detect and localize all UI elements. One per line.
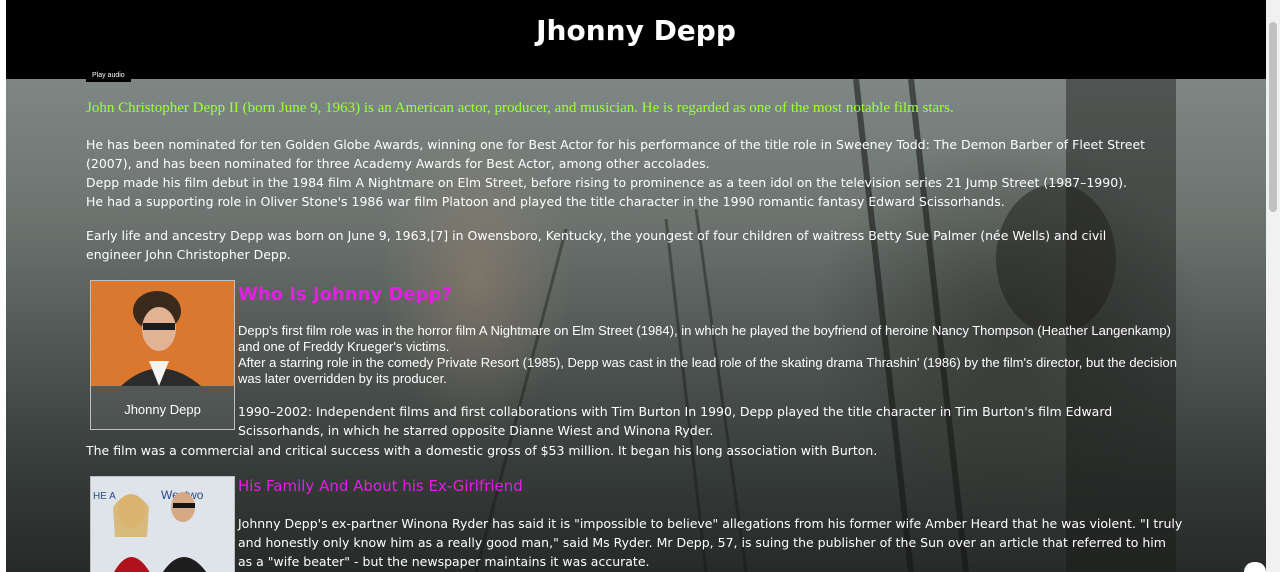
section2-paragraph-1: Johnny Depp's ex-partner Winona Ryder ha… (238, 516, 1183, 569)
profile-card: Jhonny Depp (90, 280, 235, 430)
family-photo: Westwo HE A (91, 477, 234, 572)
page-frame: Jhonny Depp John Christopher Depp II (bo… (6, 0, 1266, 572)
section1-paragraph-1: Depp's first film role was in the horror… (238, 323, 1171, 354)
play-audio-button[interactable]: Play audio (86, 69, 131, 82)
career-line-2: Depp made his film debut in the 1984 fil… (86, 175, 1128, 190)
page-title: Jhonny Depp (536, 14, 736, 47)
svg-text:HE A: HE A (93, 491, 116, 502)
section1-paragraph-4: The film was a commercial and critical s… (86, 443, 878, 458)
section-title-who-is: Who Is Johnny Depp? (238, 284, 452, 305)
career-paragraph: He has been nominated for ten Golden Glo… (86, 135, 1186, 211)
section1-body: Depp's first film role was in the horror… (238, 323, 1188, 387)
page-header: Jhonny Depp (6, 0, 1266, 79)
section1-paragraph-2: After a starring role in the comedy Priv… (238, 355, 1178, 386)
section1-paragraph-3: 1990–2002: Independent films and first c… (238, 404, 1113, 438)
profile-photo (91, 281, 234, 386)
content-area: John Christopher Depp II (born June 9, 1… (6, 79, 1266, 572)
scrollbar-thumb[interactable] (1269, 22, 1277, 212)
family-card: Westwo HE A (90, 476, 235, 572)
vertical-scrollbar[interactable] (1266, 0, 1280, 572)
section-title-family: His Family And About his Ex-Girlfriend (238, 477, 523, 495)
intro-paragraph: John Christopher Depp II (born June 9, 1… (86, 100, 954, 116)
career-line-1: He has been nominated for ten Golden Glo… (86, 137, 1146, 171)
career-line-3: He had a supporting role in Oliver Stone… (86, 194, 1005, 209)
profile-card-caption: Jhonny Depp (124, 402, 201, 417)
early-life-paragraph: Early life and ancestry Depp was born on… (86, 228, 1107, 262)
